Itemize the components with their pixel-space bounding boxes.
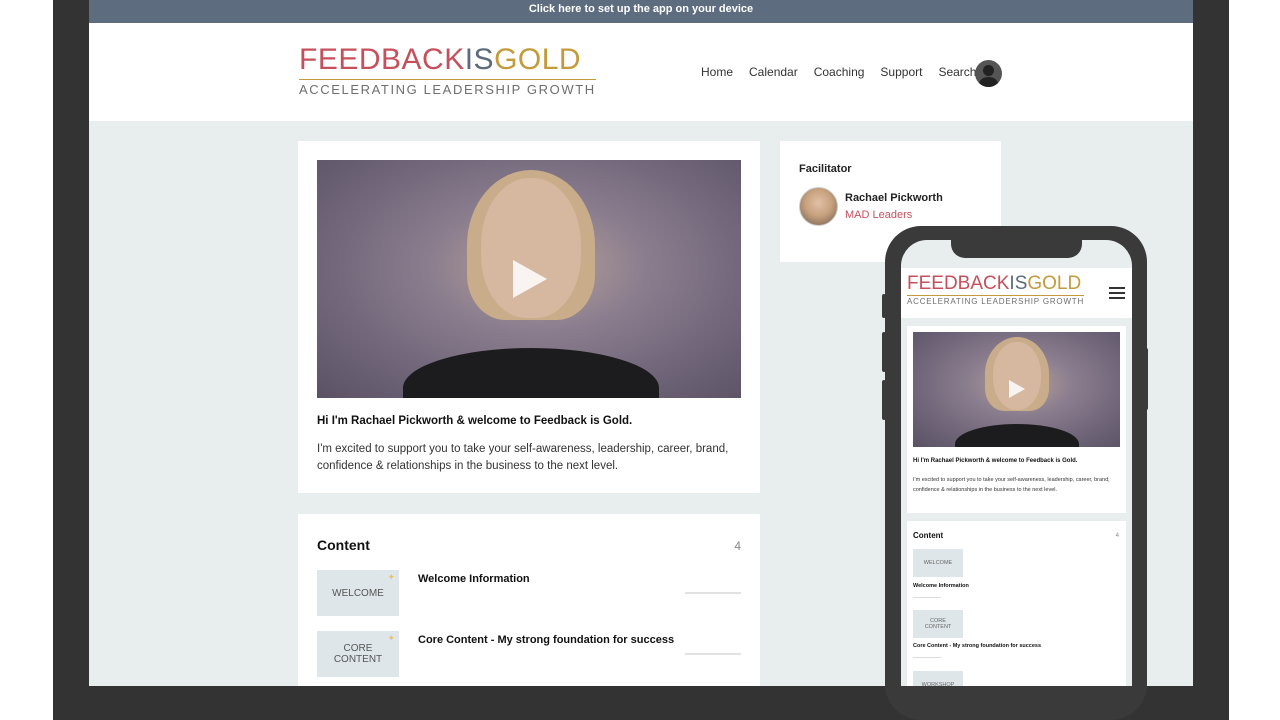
mobile-content-thumbnail[interactable]: CORE CONTENT <box>913 610 963 638</box>
logo-part-is: IS <box>464 43 495 76</box>
facilitator-name[interactable]: Rachael Pickworth <box>845 192 943 204</box>
facilitator-org-link[interactable]: MAD Leaders <box>845 209 912 221</box>
mobile-content-count: 4 <box>1115 533 1119 539</box>
play-icon[interactable] <box>513 260 547 298</box>
intro-text: I'm excited to support you to take your … <box>317 443 729 472</box>
phone-notch <box>951 240 1082 258</box>
mobile-content-thumbnail[interactable]: WELCOME <box>913 549 963 577</box>
content-item-title: Core Content - My strong foundation for … <box>418 634 675 646</box>
mobile-video-person-body <box>955 424 1079 447</box>
user-avatar-icon[interactable] <box>975 60 1002 87</box>
mobile-logo-wordmark: FEEDBACKISGOLD <box>907 274 1084 293</box>
mobile-header: FEEDBACKISGOLD ACCELERATING LEADERSHIP G… <box>901 268 1132 318</box>
intro-card: Hi I'm Rachael Pickworth & welcome to Fe… <box>298 141 760 493</box>
logo-tagline: ACCELERATING LEADERSHIP GROWTH <box>299 79 596 97</box>
mobile-play-icon[interactable] <box>1009 380 1025 398</box>
hamburger-menu-icon[interactable] <box>1109 287 1125 299</box>
mobile-logo[interactable]: FEEDBACKISGOLD ACCELERATING LEADERSHIP G… <box>907 274 1085 306</box>
mobile-content-item-title[interactable]: Core Content - My strong foundation for … <box>913 643 1041 649</box>
mobile-content-thumbnail[interactable]: WORKSHOP <box>913 671 963 686</box>
content-item-welcome[interactable]: WELCOME Welcome Information <box>317 570 741 618</box>
intro-title: Hi I'm Rachael Pickworth & welcome to Fe… <box>317 415 633 427</box>
mobile-intro-card: Hi I'm Rachael Pickworth & welcome to Fe… <box>907 326 1126 513</box>
site-header: FEEDBACKISGOLD ACCELERATING LEADERSHIP G… <box>89 23 1193 121</box>
content-count: 4 <box>734 539 741 553</box>
facilitator-label: Facilitator <box>799 163 852 175</box>
nav-calendar[interactable]: Calendar <box>749 65 798 79</box>
nav-search[interactable]: Search <box>938 65 976 79</box>
logo[interactable]: FEEDBACKISGOLD ACCELERATING LEADERSHIP G… <box>299 45 596 97</box>
facilitator-avatar[interactable] <box>799 187 838 226</box>
mobile-content-item-title[interactable]: Welcome Information <box>913 583 969 589</box>
content-thumbnail: WELCOME <box>317 570 399 616</box>
content-title: Content <box>317 537 370 553</box>
mobile-progress-bar <box>913 597 941 598</box>
mobile-content-title: Content <box>913 531 944 540</box>
logo-wordmark: FEEDBACKISGOLD <box>299 45 596 75</box>
mobile-logo-tagline: ACCELERATING LEADERSHIP GROWTH <box>907 295 1085 306</box>
nav-coaching[interactable]: Coaching <box>814 65 865 79</box>
mobile-intro-text: I'm excited to support you to take your … <box>913 477 1110 493</box>
content-item-core[interactable]: CORE CONTENT Core Content - My strong fo… <box>317 631 741 679</box>
progress-bar <box>685 653 741 655</box>
content-thumbnail: CORE CONTENT <box>317 631 399 677</box>
phone-mockup: FEEDBACKISGOLD ACCELERATING LEADERSHIP G… <box>882 226 1148 720</box>
content-item-title: Welcome Information <box>418 573 530 585</box>
mobile-progress-bar <box>913 657 941 658</box>
nav-support[interactable]: Support <box>880 65 922 79</box>
mobile-intro-title: Hi I'm Rachael Pickworth & welcome to Fe… <box>913 458 1078 464</box>
mobile-logo-part-is: IS <box>1009 273 1028 294</box>
logo-part-feedback: FEEDBACK <box>299 43 465 76</box>
mobile-logo-part-gold: GOLD <box>1027 273 1082 294</box>
mobile-content-card: Content 4 WELCOME Welcome Information CO… <box>907 521 1126 686</box>
intro-video[interactable] <box>317 160 741 398</box>
phone-screen: FEEDBACKISGOLD ACCELERATING LEADERSHIP G… <box>901 240 1132 686</box>
mobile-video-person-face <box>993 342 1041 410</box>
mobile-logo-part-feedback: FEEDBACK <box>907 273 1010 294</box>
setup-app-banner[interactable]: Click here to set up the app on your dev… <box>89 0 1193 23</box>
logo-part-gold: GOLD <box>494 43 582 76</box>
video-person-body <box>403 348 659 398</box>
mobile-intro-video[interactable] <box>913 332 1120 447</box>
content-card: Content 4 WELCOME Welcome Information CO… <box>298 514 760 686</box>
progress-bar <box>685 592 741 594</box>
main-nav: Home Calendar Coaching Support Search <box>701 65 976 79</box>
nav-home[interactable]: Home <box>701 65 733 79</box>
